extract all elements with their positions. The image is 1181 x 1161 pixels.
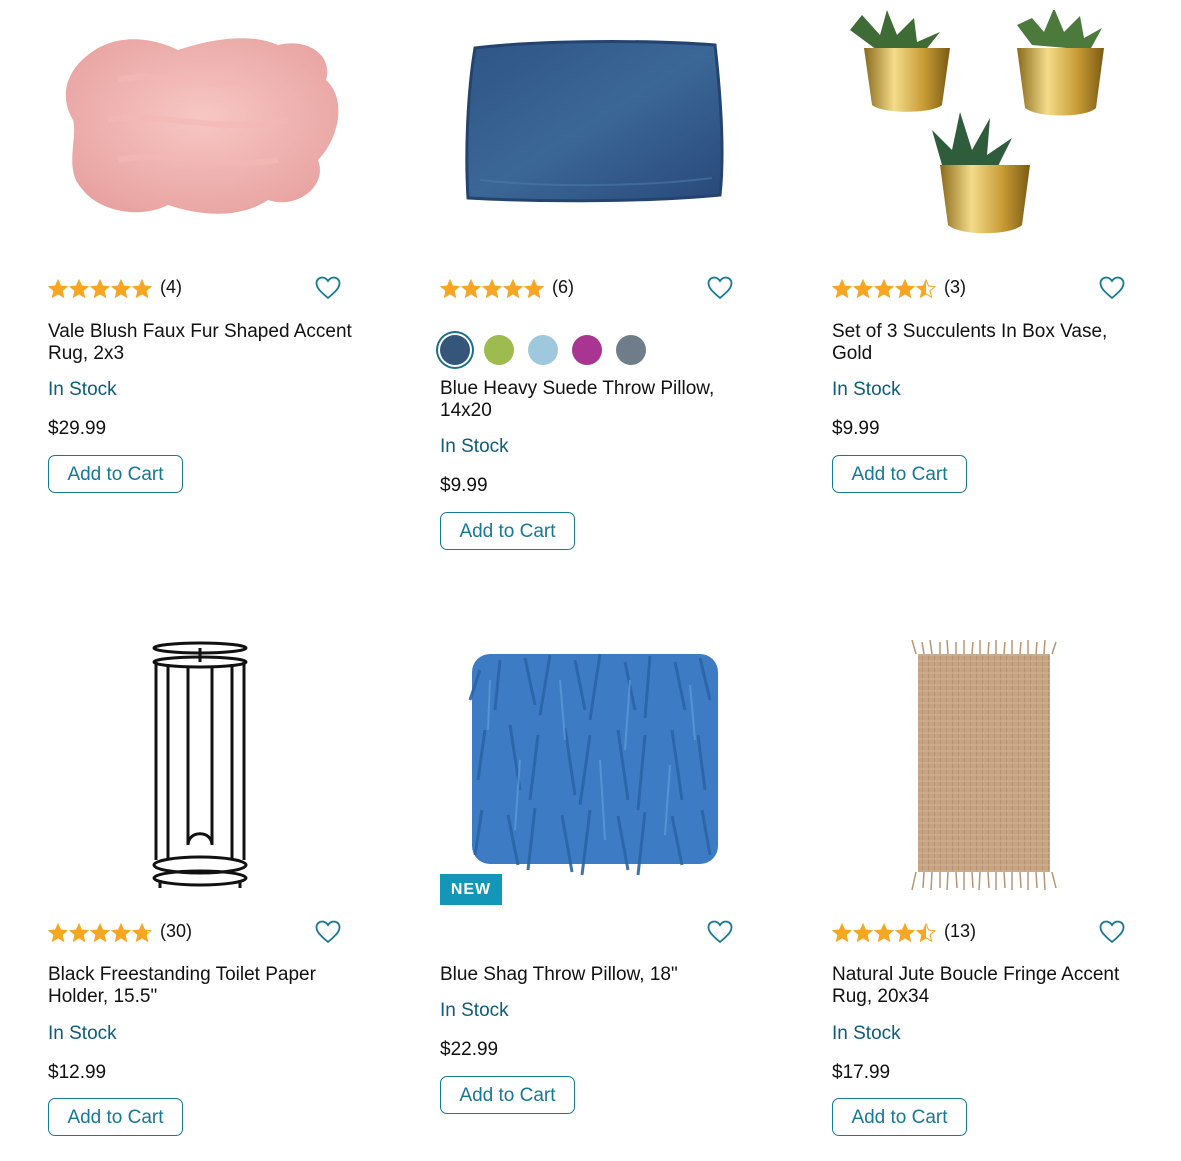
product-card[interactable]: (30) Black Freestanding Toilet Paper Hol… — [48, 640, 378, 1150]
star-icon — [832, 923, 852, 943]
star-icon — [111, 923, 131, 943]
review-count[interactable]: (30) — [160, 921, 192, 942]
product-title[interactable]: Blue Heavy Suede Throw Pillow, 14x20 — [440, 378, 750, 422]
stock-status: In Stock — [48, 379, 117, 400]
gold-succulent-pots-image[interactable] — [832, 10, 1162, 260]
product-price: $9.99 — [440, 475, 488, 496]
product-price: $9.99 — [832, 418, 880, 439]
review-count[interactable]: (3) — [944, 277, 966, 298]
favorite-heart-icon[interactable] — [1099, 920, 1125, 944]
product-title[interactable]: Black Freestanding Toilet Paper Holder, … — [48, 964, 358, 1008]
product-card[interactable]: (13) Natural Jute Boucle Fringe Accent R… — [832, 640, 1162, 1150]
rating-row: (4) — [48, 276, 348, 302]
product-title[interactable]: Natural Jute Boucle Fringe Accent Rug, 2… — [832, 964, 1142, 1008]
favorite-heart-icon[interactable] — [707, 276, 733, 300]
star-icon — [916, 279, 936, 299]
star-icon — [853, 279, 873, 299]
color-swatch[interactable] — [572, 335, 602, 365]
color-swatch[interactable] — [616, 335, 646, 365]
product-card[interactable]: NEW Blue Shag Throw Pillow, 18" In Stock… — [440, 640, 770, 1120]
product-price: $17.99 — [832, 1062, 891, 1083]
favorite-heart-icon[interactable] — [1099, 276, 1125, 300]
star-icon — [503, 279, 523, 299]
star-icon — [90, 279, 110, 299]
add-to-cart-button[interactable]: Add to Cart — [832, 455, 967, 493]
product-card[interactable]: (4) Vale Blush Faux Fur Shaped Accent Ru… — [48, 10, 378, 510]
jute-fringe-rug-image[interactable] — [832, 640, 1162, 890]
review-count[interactable]: (4) — [160, 277, 182, 298]
star-rating — [48, 923, 152, 943]
star-icon — [69, 923, 89, 943]
star-icon — [48, 923, 68, 943]
color-swatch[interactable] — [528, 335, 558, 365]
rating-row: (30) — [48, 920, 348, 946]
add-to-cart-button[interactable]: Add to Cart — [48, 455, 183, 493]
stock-status: In Stock — [440, 436, 509, 457]
star-rating — [440, 279, 544, 299]
rating-row: (3) — [832, 276, 1132, 302]
favorite-heart-icon[interactable] — [315, 920, 341, 944]
rating-row: (6) — [440, 276, 740, 302]
add-to-cart-button[interactable]: Add to Cart — [440, 1076, 575, 1114]
color-swatch[interactable] — [484, 335, 514, 365]
add-to-cart-button[interactable]: Add to Cart — [440, 512, 575, 550]
new-badge: NEW — [440, 874, 502, 905]
star-icon — [482, 279, 502, 299]
pink-faux-fur-rug-image[interactable] — [48, 10, 378, 260]
product-price: $22.99 — [440, 1039, 499, 1060]
star-icon — [895, 923, 915, 943]
product-title[interactable]: Vale Blush Faux Fur Shaped Accent Rug, 2… — [48, 321, 358, 365]
star-icon — [874, 279, 894, 299]
blue-shag-pillow-image[interactable] — [440, 640, 770, 890]
product-price: $29.99 — [48, 418, 107, 439]
star-icon — [832, 279, 852, 299]
star-icon — [440, 279, 460, 299]
stock-status: In Stock — [832, 379, 901, 400]
star-icon — [111, 279, 131, 299]
favorite-heart-icon[interactable] — [315, 276, 341, 300]
star-icon — [132, 279, 152, 299]
star-icon — [895, 279, 915, 299]
stock-status: In Stock — [440, 1000, 509, 1021]
product-price: $12.99 — [48, 1062, 107, 1083]
product-title[interactable]: Set of 3 Succulents In Box Vase, Gold — [832, 321, 1142, 365]
star-icon — [48, 279, 68, 299]
star-rating — [832, 923, 936, 943]
color-swatch[interactable] — [440, 335, 470, 365]
favorite-heart-icon[interactable] — [707, 920, 733, 944]
stock-status: In Stock — [48, 1023, 117, 1044]
star-icon — [853, 923, 873, 943]
rating-row: (13) — [832, 920, 1132, 946]
blue-suede-pillow-image[interactable] — [440, 10, 770, 260]
star-icon — [69, 279, 89, 299]
star-icon — [874, 923, 894, 943]
product-card[interactable]: (6) Blue Heavy Suede Throw Pillow, 14x20… — [440, 10, 770, 570]
add-to-cart-button[interactable]: Add to Cart — [832, 1098, 967, 1136]
star-icon — [461, 279, 481, 299]
star-icon — [916, 923, 936, 943]
star-icon — [524, 279, 544, 299]
stock-status: In Stock — [832, 1023, 901, 1044]
star-rating — [48, 279, 152, 299]
star-rating — [832, 279, 936, 299]
product-card[interactable]: (3) Set of 3 Succulents In Box Vase, Gol… — [832, 10, 1162, 510]
star-icon — [132, 923, 152, 943]
product-title[interactable]: Blue Shag Throw Pillow, 18" — [440, 964, 750, 986]
add-to-cart-button[interactable]: Add to Cart — [48, 1098, 183, 1136]
review-count[interactable]: (6) — [552, 277, 574, 298]
succulent-pot — [850, 10, 950, 112]
black-wire-paper-holder-image[interactable] — [48, 640, 378, 890]
color-swatches — [440, 335, 646, 365]
rating-row — [440, 920, 740, 946]
review-count[interactable]: (13) — [944, 921, 976, 942]
star-icon — [90, 923, 110, 943]
